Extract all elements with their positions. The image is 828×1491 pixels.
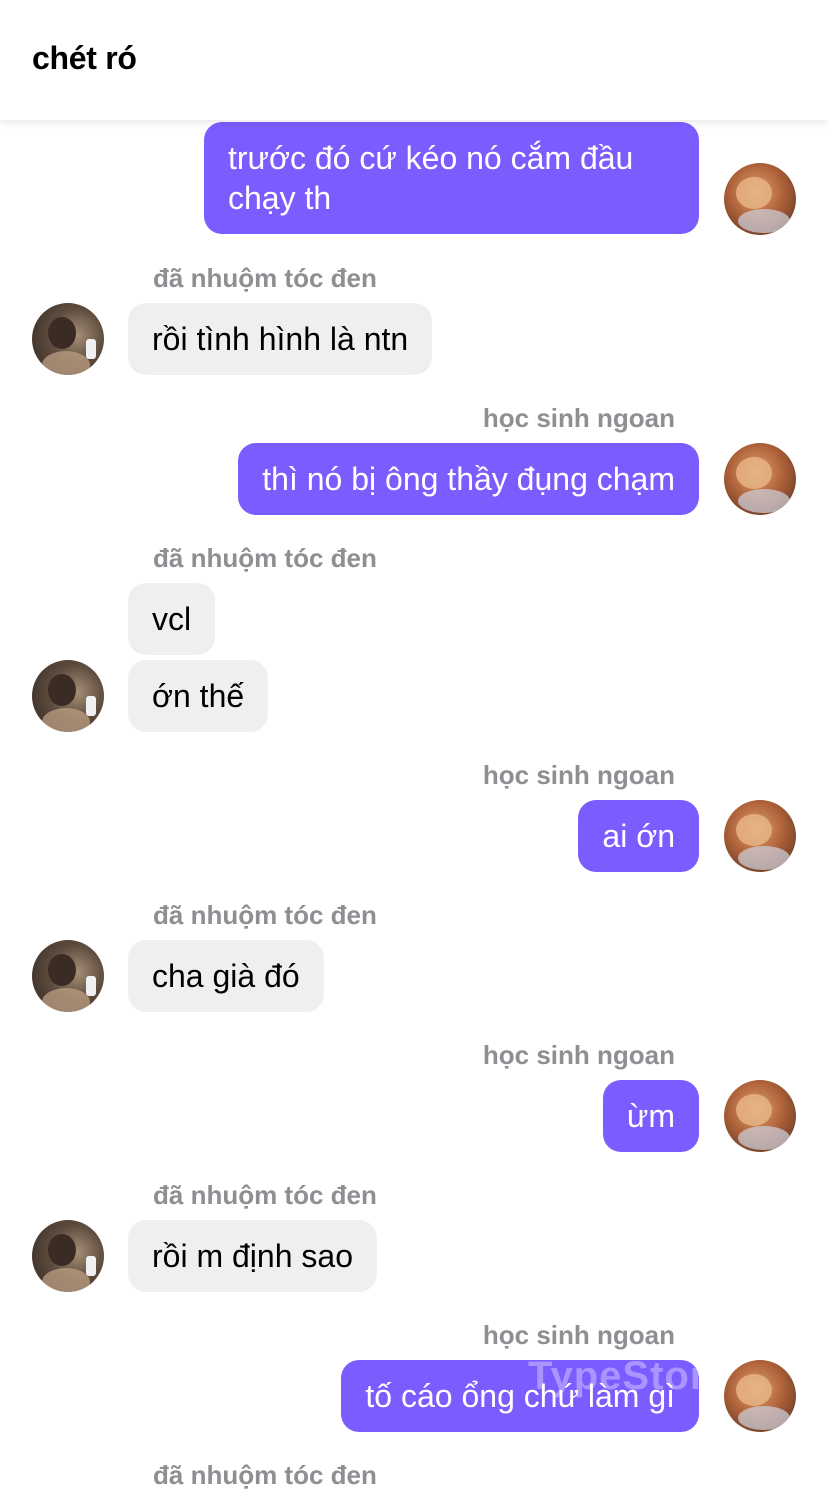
avatar-da-nhuom-toc-den[interactable] [32,660,104,732]
message-bubble-incoming[interactable]: cha già đó [128,940,324,1012]
message-thread[interactable]: trước đó cứ kéo nó cắm đầu chạy th đã nh… [0,0,828,1490]
avatar-hoc-sinh-ngoan[interactable] [724,163,796,235]
chat-header: chét ró [0,0,828,120]
message-bubble-outgoing[interactable]: ừm [602,1080,699,1152]
sender-name: đã nhuộm tóc đen [153,263,377,293]
sender-name: học sinh ngoan [482,1320,675,1350]
avatar-hoc-sinh-ngoan[interactable] [724,800,796,872]
avatar-da-nhuom-toc-den[interactable] [32,940,104,1012]
sender-name: học sinh ngoan [482,1040,675,1070]
message-bubble-incoming[interactable]: ớn thế [128,660,269,732]
sender-name: đã nhuộm tóc đen [153,1180,377,1210]
message-bubble-incoming[interactable]: vcl [128,583,216,655]
avatar-da-nhuom-toc-den[interactable] [32,303,104,375]
message-bubble-outgoing[interactable]: thì nó bị ông thầy đụng chạm [238,443,699,515]
sender-name: đã nhuộm tóc đen [153,543,377,573]
chat-title: chét ró [32,40,137,76]
message-bubble-incoming[interactable]: rồi tình hình là ntn [128,303,433,375]
message-bubble-outgoing[interactable]: trước đó cứ kéo nó cắm đầu chạy th [204,122,699,234]
avatar-da-nhuom-toc-den[interactable] [32,1220,104,1292]
message-bubble-incoming[interactable]: rồi m định sao [128,1220,377,1292]
avatar-hoc-sinh-ngoan[interactable] [724,443,796,515]
sender-name: đã nhuộm tóc đen [153,1460,377,1490]
typestory-watermark: TypeStory [528,1354,730,1398]
avatar-hoc-sinh-ngoan[interactable] [724,1360,796,1432]
avatar-hoc-sinh-ngoan[interactable] [724,1080,796,1152]
sender-name: học sinh ngoan [482,403,675,433]
sender-name: đã nhuộm tóc đen [153,900,377,930]
message-bubble-outgoing[interactable]: ai ớn [578,800,699,872]
sender-name: học sinh ngoan [482,760,675,790]
